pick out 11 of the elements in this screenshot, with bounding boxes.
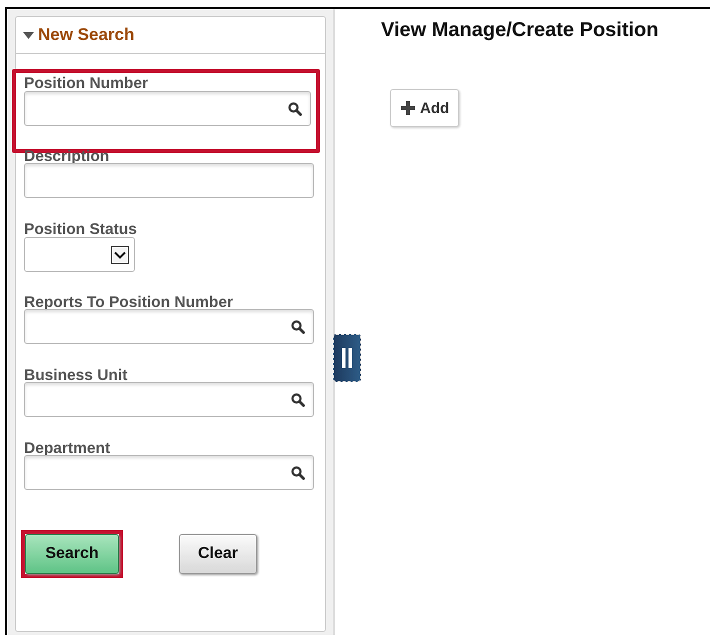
add-button[interactable]: Add xyxy=(390,89,460,127)
clear-button[interactable]: Clear xyxy=(179,534,258,574)
field-label: Description xyxy=(24,148,110,166)
field-label: Business Unit xyxy=(24,367,128,385)
page-title: View Manage/Create Position xyxy=(381,19,658,42)
field-label: Position Number xyxy=(24,75,148,93)
field-label: Reports To Position Number xyxy=(24,294,233,312)
field-label: Position Status xyxy=(24,221,137,239)
search-button[interactable]: Search xyxy=(25,534,119,574)
field-label: Department xyxy=(24,440,110,458)
new-search-toggle[interactable]: New Search xyxy=(23,25,134,45)
